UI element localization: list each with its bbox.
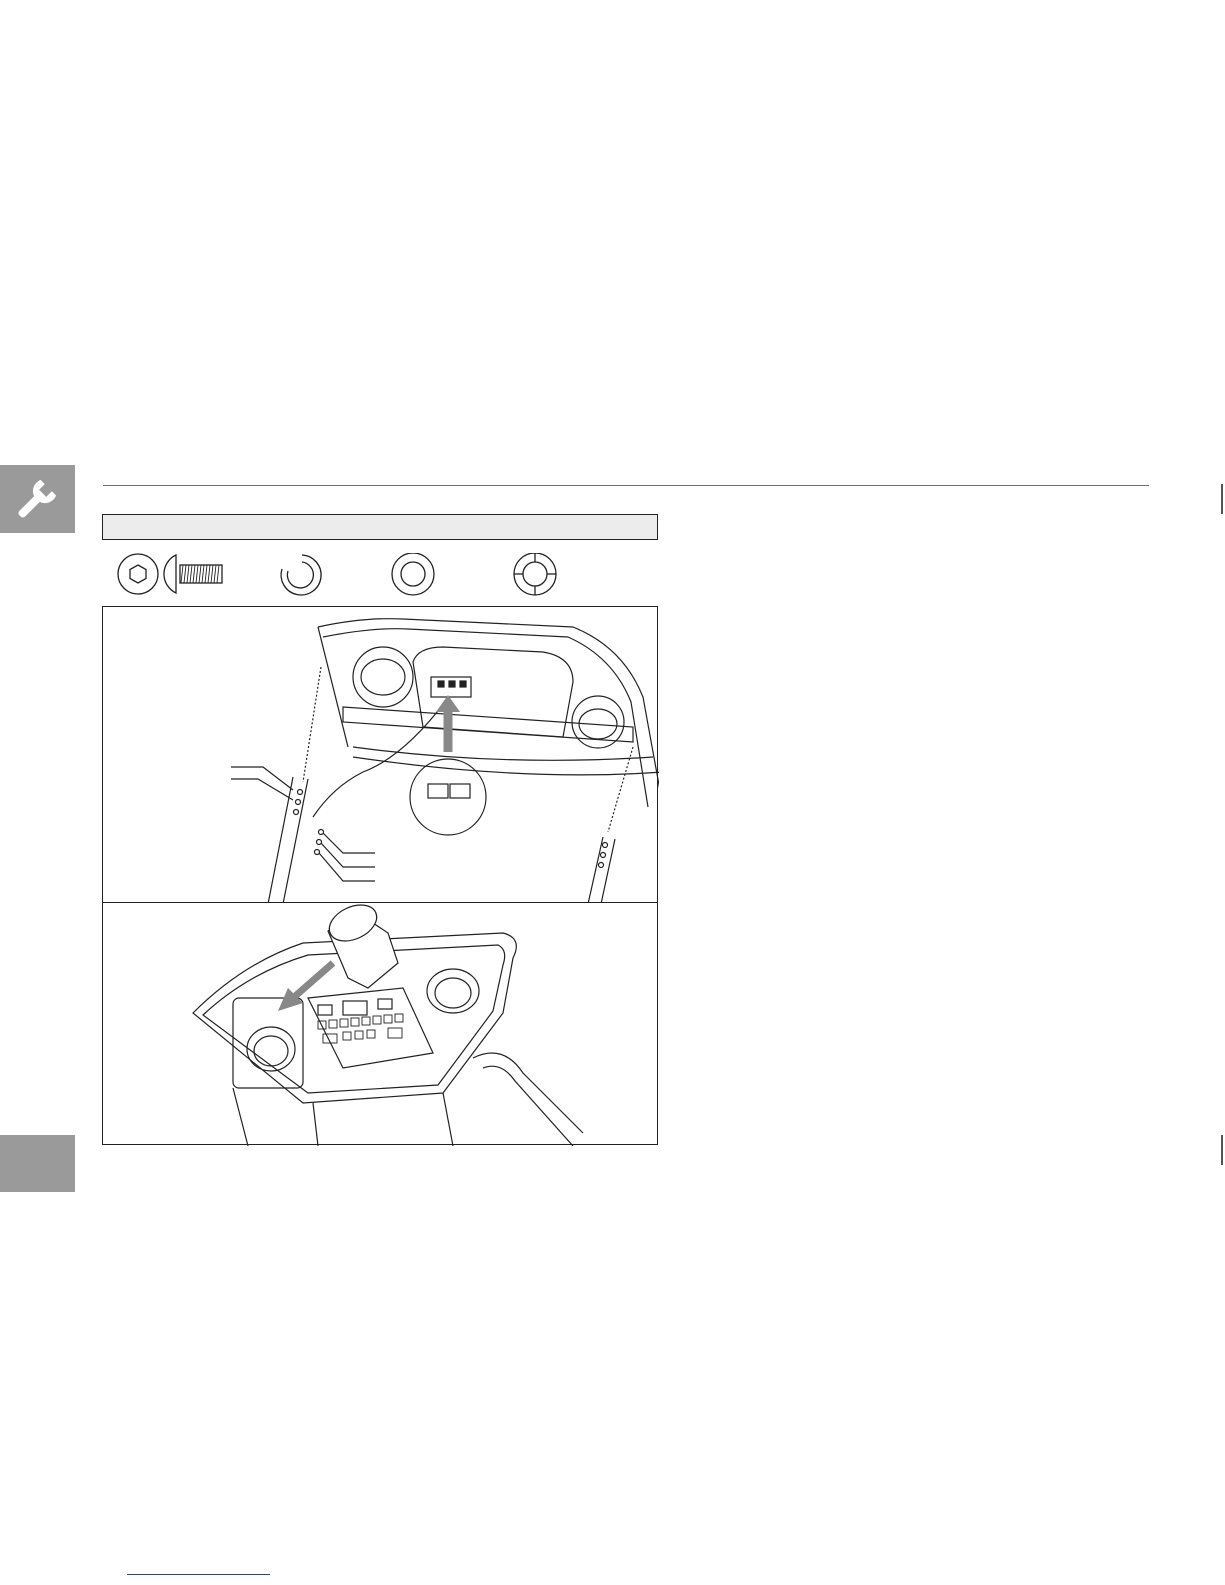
header-rule — [103, 485, 1149, 486]
step-header-bar — [102, 514, 658, 540]
section-tab-blank — [0, 1135, 75, 1192]
crop-mark — [1221, 484, 1223, 514]
section-tab-assembly — [0, 465, 75, 533]
figure-console-underside — [102, 606, 659, 904]
wrench-icon — [18, 479, 57, 518]
star-washer-icon — [513, 553, 557, 596]
treadmill-console-top-illustration — [192, 904, 584, 1146]
figure-console-top — [102, 902, 658, 1146]
crop-mark — [1221, 1135, 1223, 1165]
hardware-parts-row — [102, 553, 658, 605]
hex-bolt-icon — [117, 553, 223, 595]
split-washer-icon — [280, 554, 322, 596]
flat-washer-icon — [391, 553, 435, 596]
footer-link-underline[interactable] — [127, 1574, 270, 1575]
treadmill-console-underside-illustration — [231, 618, 659, 904]
